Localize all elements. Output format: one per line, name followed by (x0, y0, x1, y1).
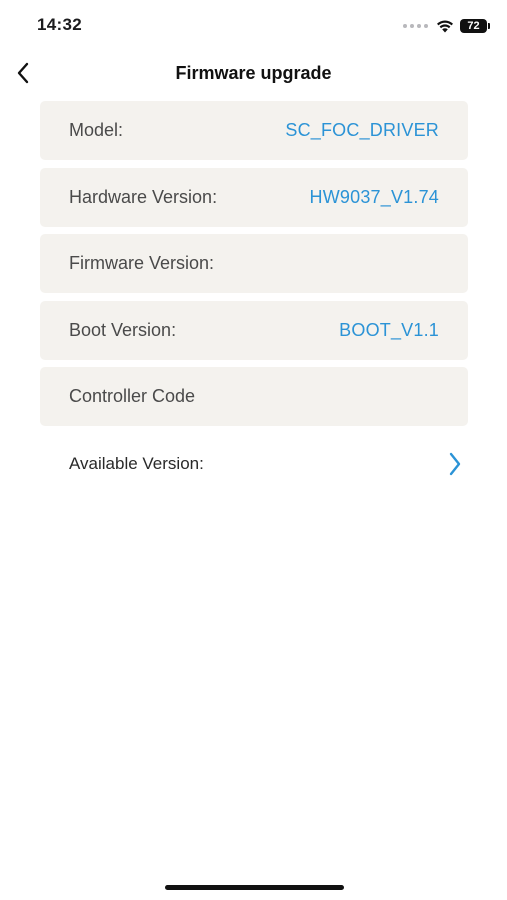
cellular-signal-icon (403, 24, 428, 28)
firmware-version-row: Firmware Version: (40, 234, 468, 293)
wifi-icon (437, 20, 453, 33)
model-value: SC_FOC_DRIVER (285, 120, 439, 140)
available-version-label: Available Version: (69, 454, 204, 473)
boot-version-value: BOOT_V1.1 (339, 319, 439, 340)
battery-icon: 72 (460, 19, 490, 33)
hardware-version-label: Hardware Version: (69, 186, 218, 207)
controller-code-label: Controller Code (69, 386, 196, 406)
home-indicator[interactable] (165, 885, 344, 890)
model-row: Model: SC_FOC_DRIVER (40, 101, 468, 160)
chevron-right-icon (449, 452, 461, 476)
device-info-list: Model: SC_FOC_DRIVER Hardware Version: H… (40, 101, 468, 434)
status-time: 14:32 (37, 15, 82, 34)
available-version-row[interactable]: Available Version: (40, 444, 468, 484)
navigation-bar: Firmware upgrade (0, 52, 507, 96)
firmware-version-label: Firmware Version: (69, 253, 215, 273)
boot-version-label: Boot Version: (69, 319, 177, 340)
boot-version-row: Boot Version: BOOT_V1.1 (40, 300, 468, 360)
model-label: Model: (69, 120, 124, 140)
battery-level: 72 (467, 20, 480, 32)
page-title: Firmware upgrade (175, 63, 332, 83)
status-bar: 14:32 72 (0, 0, 507, 48)
hardware-version-row: Hardware Version: HW9037_V1.74 (40, 167, 468, 227)
controller-code-row: Controller Code (40, 367, 468, 426)
status-indicators: 72 (403, 16, 490, 36)
hardware-version-value: HW9037_V1.74 (309, 186, 439, 207)
